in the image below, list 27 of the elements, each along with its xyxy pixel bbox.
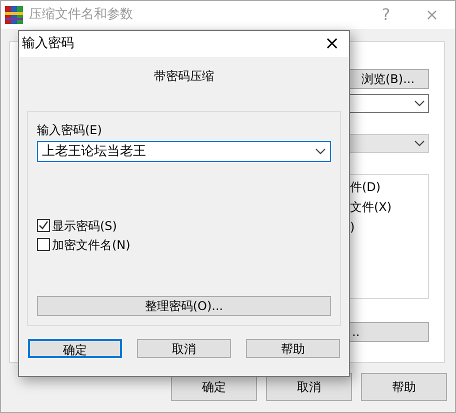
password-field[interactable]: 上老王论坛当老王 [37, 141, 331, 162]
cancel-button[interactable]: 取消 [137, 339, 231, 358]
field-label: 输入密码(E) [37, 122, 103, 139]
dropdown[interactable] [347, 94, 429, 113]
help-button[interactable]: 帮助 [246, 339, 340, 358]
list-item[interactable]: ) [350, 218, 428, 236]
list-item[interactable]: 文件(X) [350, 198, 428, 216]
checkbox[interactable] [37, 238, 50, 251]
button[interactable]: .. [347, 322, 429, 342]
window-title: 压缩文件名和参数 [29, 6, 134, 24]
chevron-icon [315, 148, 326, 155]
help-button[interactable]: 帮助 [361, 373, 447, 401]
checkbox-label: 加密文件名(N) [52, 236, 130, 254]
manage-passwords-button[interactable]: 整理密码(O)... [37, 296, 331, 316]
list-item[interactable]: 件(D) [350, 178, 428, 196]
close-button[interactable]: × [315, 32, 349, 56]
dropdown[interactable] [347, 134, 429, 153]
ok-button[interactable]: 确定 [28, 339, 122, 358]
dialog-heading: 带密码压缩 [153, 68, 215, 83]
checked-checkbox[interactable] [37, 219, 50, 232]
chevron-icon [414, 100, 425, 107]
app-icon [5, 6, 23, 24]
dialog-title: 输入密码 [22, 35, 75, 54]
field-value: 上老王论坛当老王 [42, 142, 146, 161]
browse-button[interactable]: 浏览(B)... [347, 69, 429, 89]
checkbox-label: 显示密码(S) [52, 218, 117, 234]
chevron-icon [414, 140, 425, 147]
